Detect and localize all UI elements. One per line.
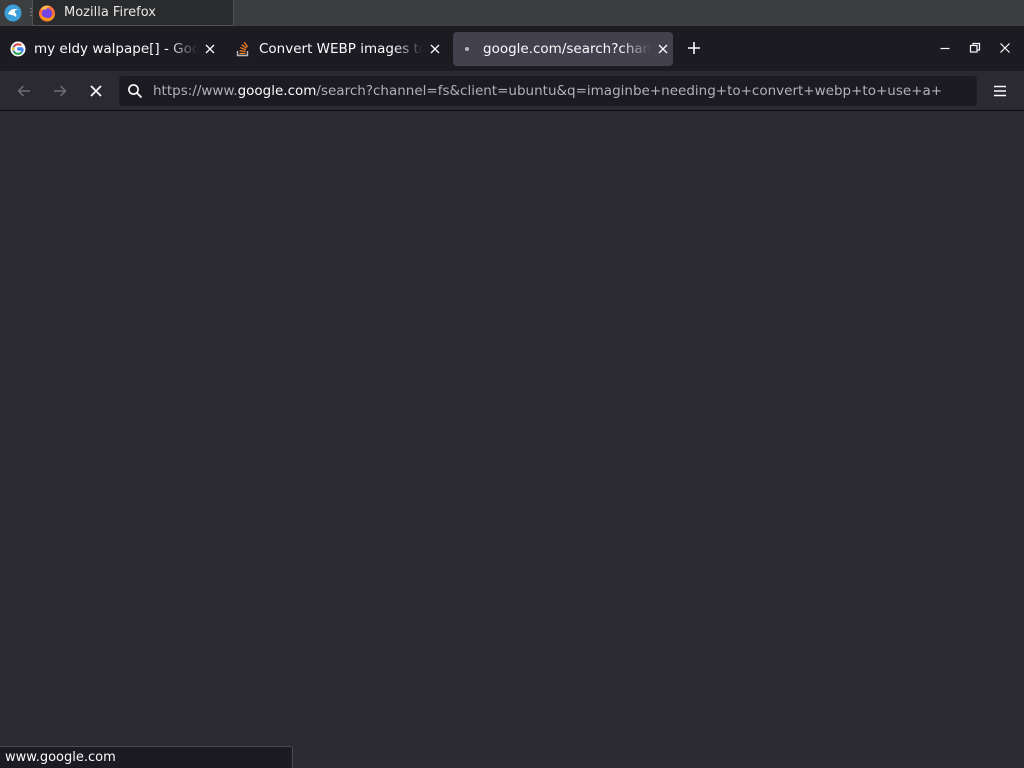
- app-menu-button[interactable]: [988, 79, 1012, 103]
- close-icon[interactable]: [427, 41, 443, 57]
- url-host: google.com: [237, 83, 317, 99]
- stop-loading-button[interactable]: [84, 79, 108, 103]
- page-content-area[interactable]: [0, 112, 1024, 768]
- close-window-icon[interactable]: [994, 37, 1016, 59]
- taskbar-task-firefox[interactable]: Mozilla Firefox: [32, 0, 234, 26]
- tab-google-wallpaper[interactable]: my eldy walpape[] - Goo: [4, 32, 220, 66]
- search-icon: [128, 84, 143, 99]
- close-icon[interactable]: [202, 41, 218, 57]
- firefox-icon: [39, 5, 55, 21]
- url-bar[interactable]: https://www.google.com/search?channel=fs…: [119, 76, 977, 106]
- system-menu-bird-icon[interactable]: [4, 4, 22, 22]
- close-icon[interactable]: [655, 41, 671, 57]
- forward-arrow-icon: [54, 85, 67, 97]
- tab-convert-webp[interactable]: Convert WEBP images to: [229, 32, 445, 66]
- stackoverflow-icon: [236, 41, 249, 57]
- tab-label: google.com/search?chan: [483, 41, 651, 57]
- minimize-icon[interactable]: [934, 37, 956, 59]
- url-input[interactable]: https://www.google.com/search?channel=fs…: [153, 83, 969, 99]
- tab-label: Convert WEBP images to: [259, 41, 423, 57]
- stop-icon: [90, 85, 102, 97]
- loading-dot-icon: [465, 47, 469, 51]
- tab-google-search-active[interactable]: google.com/search?chan: [453, 32, 673, 66]
- taskbar-separator-icon: ⋮: [26, 7, 36, 18]
- hamburger-icon: [994, 85, 1006, 97]
- forward-button[interactable]: [48, 79, 72, 103]
- taskbar-task-label: Mozilla Firefox: [64, 5, 156, 20]
- status-panel: www.google.com: [0, 746, 293, 768]
- tab-label: my eldy walpape[] - Goo: [34, 41, 198, 57]
- back-button[interactable]: [12, 79, 36, 103]
- system-taskbar: ⋮ Mozilla Firefox: [0, 0, 1024, 26]
- tab-strip: my eldy walpape[] - Goo Convert WEBP ima…: [0, 26, 1024, 71]
- url-path: /search?channel=fs&client=ubuntu&q=imagi…: [316, 83, 943, 99]
- restore-icon[interactable]: [964, 37, 986, 59]
- new-tab-plus-icon[interactable]: [683, 37, 705, 59]
- google-g-icon: [10, 41, 26, 57]
- url-scheme: https://www.: [153, 83, 238, 99]
- back-arrow-icon: [17, 85, 30, 97]
- navigation-toolbar: https://www.google.com/search?channel=fs…: [0, 71, 1024, 111]
